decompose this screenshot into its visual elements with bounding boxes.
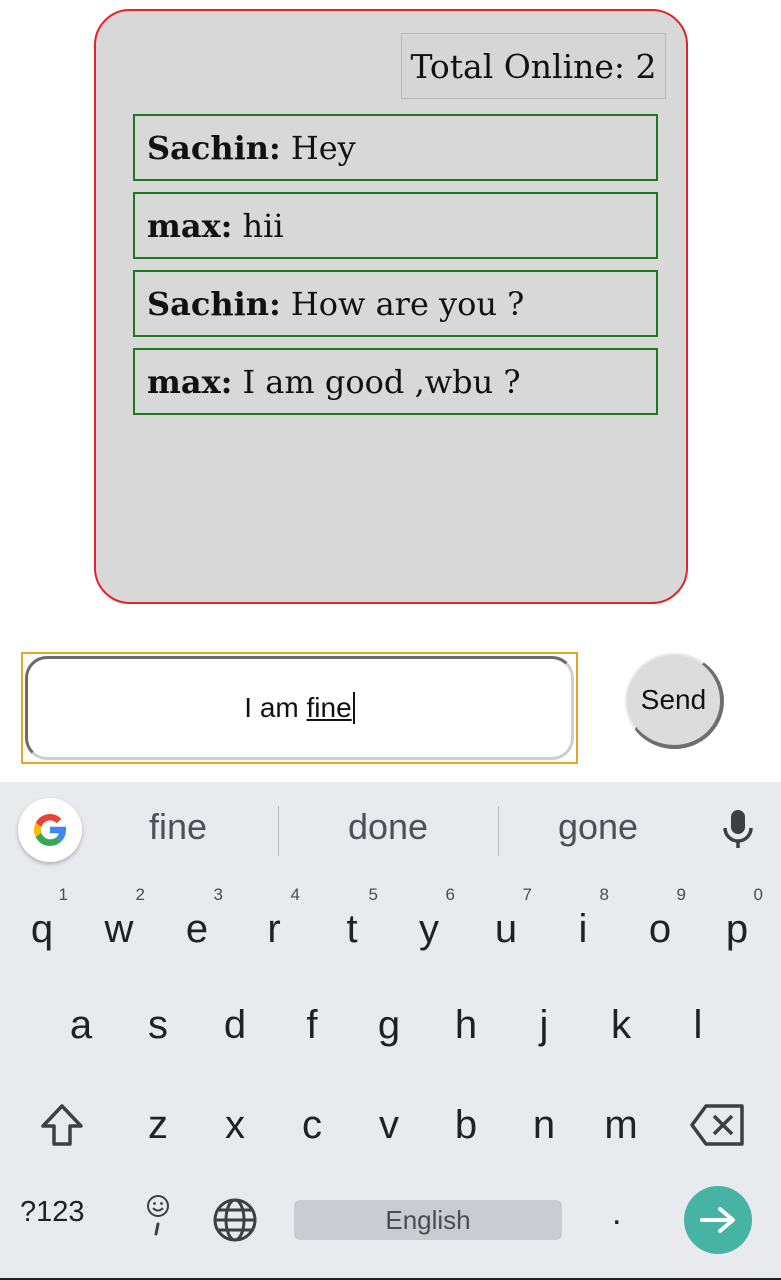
message-text: I am good ,wbu ? <box>242 362 521 401</box>
message-input-focus-ring: I am fine <box>21 652 578 764</box>
key-i[interactable]: i8 <box>553 886 613 966</box>
suggestion-divider <box>498 806 499 856</box>
message-text: hii <box>242 206 284 245</box>
key-b[interactable]: b <box>436 1088 496 1162</box>
key-e[interactable]: e3 <box>167 886 227 966</box>
suggestion-2[interactable]: done <box>318 806 458 854</box>
suggestion-3[interactable]: gone <box>528 806 668 854</box>
shift-icon[interactable] <box>32 1088 92 1162</box>
key-f[interactable]: f <box>282 988 342 1062</box>
suggestion-divider <box>278 806 279 856</box>
key-k[interactable]: k <box>591 988 651 1062</box>
chat-panel: Total Online: 2 Sachin: Hey max: hii Sac… <box>94 9 688 604</box>
message-input-current-word: fine <box>307 692 355 724</box>
key-s[interactable]: s <box>128 988 188 1062</box>
key-w[interactable]: w2 <box>89 886 149 966</box>
key-l[interactable]: l <box>668 988 728 1062</box>
key-a[interactable]: a <box>51 988 111 1062</box>
space-bar[interactable]: English <box>294 1200 562 1240</box>
chat-message: Sachin: How are you ? <box>133 270 658 337</box>
message-sender: Sachin: <box>147 284 281 323</box>
google-icon[interactable] <box>18 798 82 862</box>
key-o[interactable]: o9 <box>630 886 690 966</box>
emoji-icon[interactable] <box>141 1192 175 1242</box>
message-input[interactable]: I am fine <box>25 656 574 760</box>
message-text: Hey <box>290 128 356 167</box>
key-u[interactable]: u7 <box>476 886 536 966</box>
chat-message: max: hii <box>133 192 658 259</box>
enter-arrow-icon[interactable] <box>684 1186 752 1254</box>
key-h[interactable]: h <box>436 988 496 1062</box>
key-r[interactable]: r4 <box>244 886 304 966</box>
key-n[interactable]: n <box>514 1088 574 1162</box>
send-button[interactable]: Send <box>625 653 724 749</box>
globe-icon[interactable] <box>212 1197 258 1247</box>
chat-message: max: I am good ,wbu ? <box>133 348 658 415</box>
mic-icon[interactable] <box>720 808 756 856</box>
key-d[interactable]: d <box>205 988 265 1062</box>
chat-message: Sachin: Hey <box>133 114 658 181</box>
key-x[interactable]: x <box>205 1088 265 1162</box>
key-j[interactable]: j <box>514 988 574 1062</box>
period-key[interactable]: . <box>612 1194 621 1233</box>
key-y[interactable]: y6 <box>399 886 459 966</box>
keyboard-suggestion-bar: fine done gone <box>0 782 781 878</box>
suggestion-1[interactable]: fine <box>118 806 238 854</box>
key-c[interactable]: c <box>282 1088 342 1162</box>
message-input-text: I am <box>244 692 307 723</box>
message-sender: max: <box>147 206 233 245</box>
message-sender: max: <box>147 362 233 401</box>
total-online-label: Total Online: 2 <box>401 33 666 99</box>
symbols-key[interactable]: ?123 <box>20 1196 85 1229</box>
keyboard: q1 w2 e3 r4 t5 y6 u7 i8 o9 p0 a s d f g … <box>0 878 781 1280</box>
backspace-icon[interactable] <box>684 1088 752 1162</box>
key-z[interactable]: z <box>128 1088 188 1162</box>
key-p[interactable]: p0 <box>707 886 767 966</box>
message-text: How are you ? <box>290 284 525 323</box>
message-sender: Sachin: <box>147 128 281 167</box>
key-m[interactable]: m <box>591 1088 651 1162</box>
key-g[interactable]: g <box>359 988 419 1062</box>
key-t[interactable]: t5 <box>322 886 382 966</box>
key-v[interactable]: v <box>359 1088 419 1162</box>
key-q[interactable]: q1 <box>12 886 72 966</box>
